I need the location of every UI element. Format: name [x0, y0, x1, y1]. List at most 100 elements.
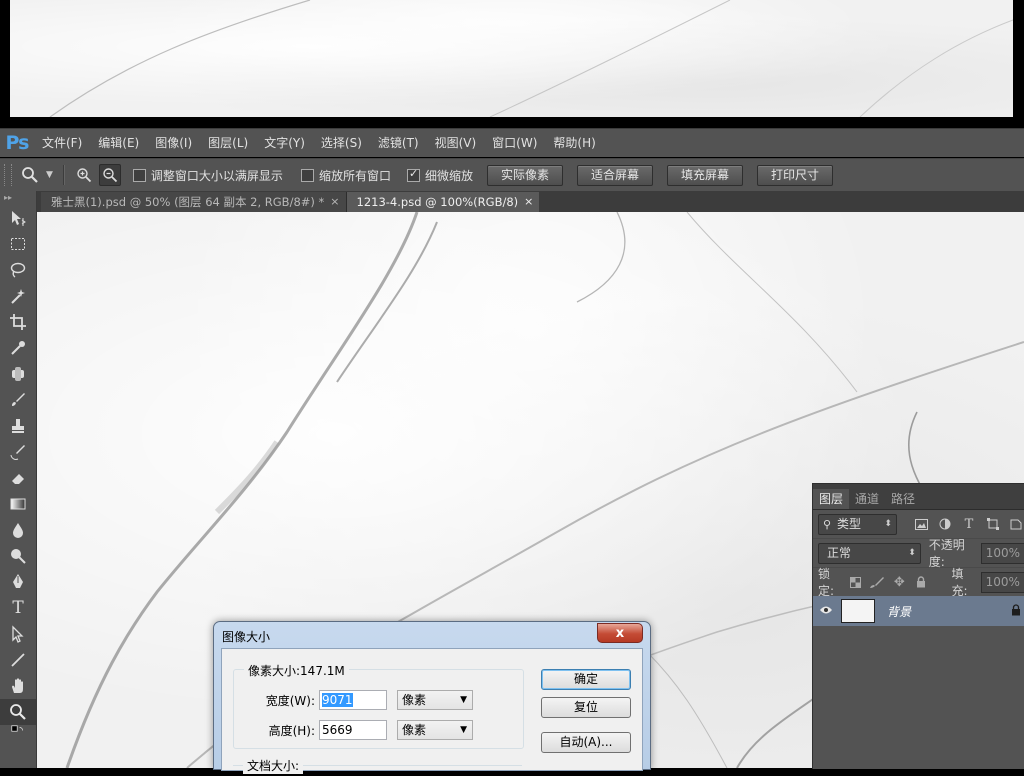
swap-colors-icon[interactable]: [0, 725, 36, 739]
magic-wand-tool-icon[interactable]: [0, 283, 36, 309]
height-input[interactable]: 5669: [319, 720, 387, 740]
document-size-title: 文档大小:: [243, 757, 304, 774]
lasso-tool-icon[interactable]: [0, 257, 36, 283]
tab-paths[interactable]: 路径: [885, 489, 921, 509]
toolbox-grip[interactable]: ▸▸: [4, 193, 32, 203]
pixel-dimensions-title: 像素大小:147.1M: [244, 662, 349, 679]
zoom-in-button[interactable]: [73, 164, 95, 186]
menu-select[interactable]: 选择(S): [313, 129, 370, 157]
filter-type-icon[interactable]: T: [960, 515, 978, 533]
scrubby-zoom-checkbox[interactable]: 细微缩放: [406, 167, 473, 184]
filter-smart-object-icon[interactable]: [1007, 515, 1024, 533]
fill-label: 填充:: [951, 567, 968, 598]
layer-filter-dropdown[interactable]: ⚲ 类型 ⬍: [818, 513, 897, 535]
filter-shape-icon[interactable]: [984, 515, 1002, 533]
hand-tool-icon[interactable]: [0, 673, 36, 699]
height-label: 高度(H):: [268, 723, 315, 738]
menu-window[interactable]: 窗口(W): [484, 129, 545, 157]
line-tool-icon[interactable]: [0, 647, 36, 673]
menu-image[interactable]: 图像(I): [147, 129, 200, 157]
layer-row-background[interactable]: 背景: [813, 596, 1024, 626]
height-row: 高度(H): 5669 像素 ▼: [234, 719, 473, 741]
opacity-input[interactable]: 100%: [980, 542, 1024, 564]
scrubby-zoom-label: 细微缩放: [424, 168, 473, 183]
history-brush-tool-icon[interactable]: [0, 439, 36, 465]
lock-position-icon[interactable]: ✥: [891, 573, 907, 591]
menu-edit[interactable]: 编辑(E): [90, 129, 147, 157]
dialog-body: 像素大小:147.1M 宽度(W): 9071 像素 ▼ 高度(H): 5669 …: [221, 648, 643, 774]
width-value: 9071: [322, 693, 353, 707]
options-grip[interactable]: [4, 164, 12, 186]
eraser-tool-icon[interactable]: [0, 465, 36, 491]
move-tool-icon[interactable]: [0, 205, 36, 231]
lock-all-icon[interactable]: [913, 573, 929, 591]
layer-lock-icon: [1011, 603, 1021, 619]
fill-input[interactable]: 100%: [980, 571, 1024, 593]
clone-stamp-tool-icon[interactable]: [0, 413, 36, 439]
marquee-tool-icon[interactable]: [0, 231, 36, 257]
eyedropper-tool-icon[interactable]: [0, 335, 36, 361]
menu-help[interactable]: 帮助(H): [545, 129, 603, 157]
spot-healing-tool-icon[interactable]: [0, 361, 36, 387]
tab-document-1-close-icon[interactable]: ×: [330, 192, 339, 212]
print-size-button[interactable]: 打印尺寸: [757, 164, 834, 186]
zoom-all-windows-checkbox[interactable]: 缩放所有窗口: [300, 167, 391, 184]
menu-view[interactable]: 视图(V): [427, 129, 485, 157]
resize-windows-checkbox[interactable]: 调整窗口大小以满屏显示: [132, 167, 283, 184]
dodge-tool-icon[interactable]: [0, 543, 36, 569]
width-input[interactable]: 9071: [319, 690, 387, 710]
tab-layers[interactable]: 图层: [813, 489, 850, 509]
lock-row: 锁定: ✥ 填充: 100%: [813, 567, 1024, 598]
reset-button[interactable]: 复位: [541, 697, 631, 718]
brush-tool-icon[interactable]: [0, 387, 36, 413]
tab-document-1[interactable]: 雅士黑(1).psd @ 50% (图层 64 副本 2, RGB/8#) * …: [41, 192, 347, 212]
menu-layer[interactable]: 图层(L): [200, 129, 256, 157]
layer-filter-row: ⚲ 类型 ⬍ T: [813, 510, 1024, 539]
auto-button[interactable]: 自动(A)...: [541, 732, 631, 753]
ok-button[interactable]: 确定: [541, 669, 631, 690]
pixel-dimensions-group: 像素大小:147.1M 宽度(W): 9071 像素 ▼ 高度(H): 5669 …: [233, 662, 524, 749]
scrubby-zoom-box[interactable]: [406, 167, 420, 182]
eye-visibility-icon[interactable]: [813, 604, 839, 618]
document-tab-bar: ▸▸ 雅士黑(1).psd @ 50% (图层 64 副本 2, RGB/8#)…: [0, 191, 1024, 212]
dialog-close-button[interactable]: x: [597, 623, 643, 643]
menu-type[interactable]: 文字(Y): [256, 129, 313, 157]
zoom-tool-preset-icon[interactable]: [18, 164, 42, 186]
zoom-out-button[interactable]: [98, 164, 121, 186]
width-unit-dropdown[interactable]: 像素 ▼: [397, 690, 473, 710]
gradient-tool-icon[interactable]: [0, 491, 36, 517]
filter-pixel-icon[interactable]: [913, 515, 931, 533]
layers-panel-tabs: 图层 通道 路径: [813, 484, 1024, 510]
fill-screen-button[interactable]: 填充屏幕: [667, 164, 744, 186]
top-image-preview: [10, 0, 1013, 117]
blend-mode-dropdown[interactable]: 正常 ⬍: [818, 542, 921, 564]
search-icon: ⚲: [823, 517, 832, 531]
width-label: 宽度(W):: [265, 693, 315, 708]
tab-document-2-close-icon[interactable]: ×: [524, 192, 533, 212]
tab-document-2[interactable]: 1213-4.psd @ 100%(RGB/8) ×: [346, 192, 540, 212]
pen-tool-icon[interactable]: [0, 569, 36, 595]
type-tool-icon[interactable]: T: [0, 595, 36, 621]
lock-pixels-icon[interactable]: [869, 573, 885, 591]
dialog-title: 图像大小: [222, 630, 271, 644]
resize-windows-box[interactable]: [132, 168, 146, 182]
image-size-dialog: 图像大小 x 像素大小:147.1M 宽度(W): 9071 像素 ▼ 高度(H)…: [213, 621, 651, 774]
chevron-updown-icon: ⬍: [884, 518, 892, 529]
filter-adjustment-icon[interactable]: [937, 515, 955, 533]
zoom-tool-icon[interactable]: [0, 699, 36, 725]
height-unit-value: 像素: [402, 723, 427, 737]
blur-tool-icon[interactable]: [0, 517, 36, 543]
document-size-group: 文档大小:: [233, 757, 522, 776]
layer-name[interactable]: 背景: [887, 603, 911, 620]
crop-tool-icon[interactable]: [0, 309, 36, 335]
height-unit-dropdown[interactable]: 像素 ▼: [397, 720, 473, 740]
preset-dropdown-arrow-icon[interactable]: ▼: [46, 170, 53, 180]
actual-pixels-button[interactable]: 实际像素: [486, 164, 563, 186]
tab-channels[interactable]: 通道: [849, 489, 885, 509]
path-selection-tool-icon[interactable]: [0, 621, 36, 647]
zoom-all-windows-box[interactable]: [300, 168, 314, 182]
menu-filter[interactable]: 滤镜(T): [370, 129, 427, 157]
menu-file[interactable]: 文件(F): [34, 129, 90, 157]
fit-screen-button[interactable]: 适合屏幕: [576, 164, 653, 186]
lock-transparent-icon[interactable]: [847, 573, 863, 591]
